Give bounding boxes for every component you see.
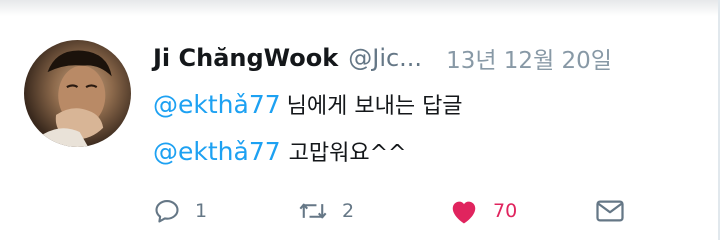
like-button[interactable]: 70	[449, 193, 517, 229]
envelope-icon	[596, 200, 624, 222]
retweet-button[interactable]: 2	[298, 193, 354, 229]
reply-icon	[155, 200, 179, 223]
action-bar: 1 2 70	[153, 193, 633, 229]
reply-context: @ekthǎ77 님에게 보내는 답글	[153, 86, 463, 122]
avatar-photo	[36, 50, 112, 147]
top-shadow	[0, 0, 720, 16]
retweet-count: 2	[342, 200, 355, 222]
body-text: 고맙워요^^	[288, 141, 407, 166]
tweet-date[interactable]: 13년 12월 20일	[446, 41, 612, 75]
avatar[interactable]	[24, 40, 131, 147]
reply-button[interactable]: 1	[153, 193, 207, 229]
reply-to-mention[interactable]: @ekthǎ77	[153, 90, 281, 119]
author-name[interactable]: Ji ChăngWook	[153, 44, 338, 72]
retweet-icon	[299, 203, 327, 219]
like-count: 70	[493, 200, 518, 222]
tweet-header: Ji ChăngWook @Jic... 13년 12월 20일	[153, 40, 612, 76]
reply-to-text: 님에게 보내는 답글	[286, 94, 463, 119]
body-mention[interactable]: @ekthǎ77	[153, 137, 281, 166]
heart-icon	[452, 201, 476, 224]
direct-message-button[interactable]	[595, 193, 625, 229]
reply-count: 1	[195, 200, 208, 222]
tweet-body: @ekthǎ77 고맙워요^^	[153, 133, 406, 169]
author-handle[interactable]: @Jic...	[348, 44, 422, 72]
